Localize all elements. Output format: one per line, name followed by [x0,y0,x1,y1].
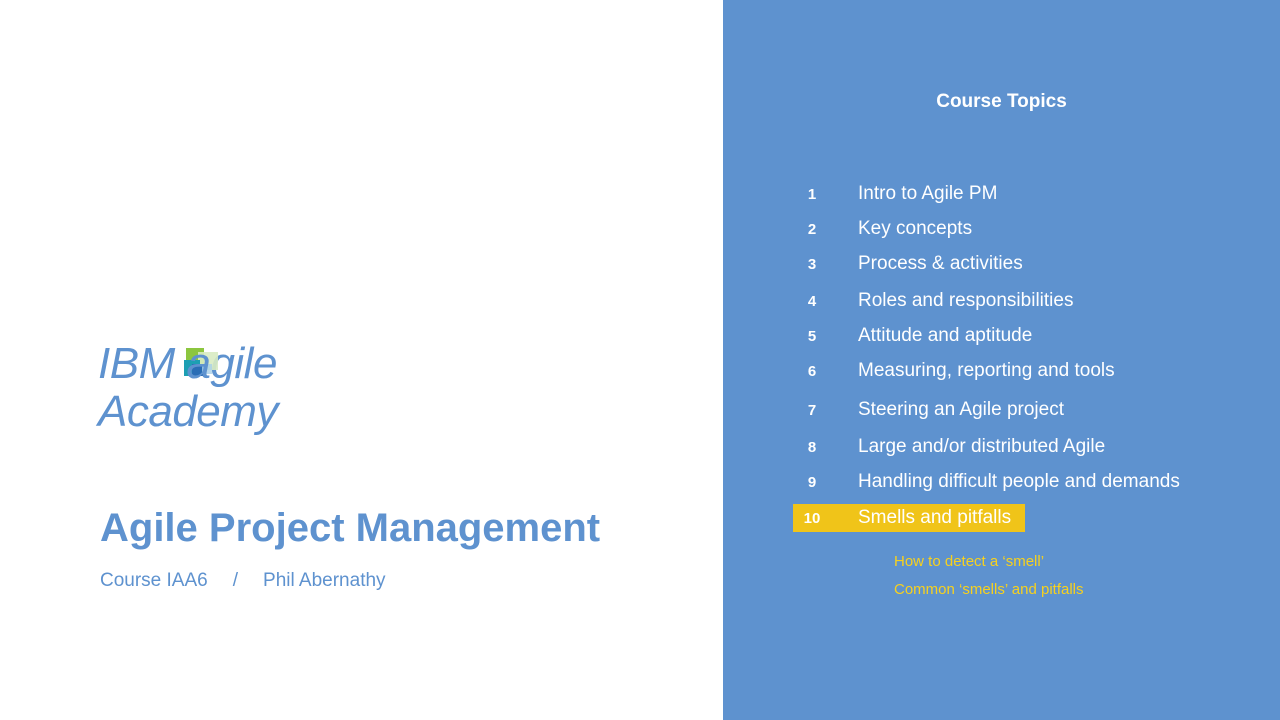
course-code: Course IAA6 [100,570,208,591]
topic-label: Key concepts [858,218,973,239]
topic-label: Measuring, reporting and tools [858,360,1115,381]
topic-item: 1 Intro to Agile PM [793,180,1011,208]
topic-label: Roles and responsibilities [858,290,1074,311]
topic-label: Steering an Agile project [858,399,1064,420]
logo-a-letter: a [186,339,211,388]
topic-label: Large and/or distributed Agile [858,436,1106,457]
topic-number: 3 [807,255,817,273]
topic-number: 6 [807,362,817,380]
topic-number: 2 [807,220,817,238]
ibm-agile-academy-logo: IBM agile Academy [98,340,278,436]
topic-item: 4 Roles and responsibilities [793,287,1087,315]
topic-number: 5 [807,327,817,345]
topic-label: Handling difficult people and demands [858,471,1180,492]
course-topics-heading: Course Topics [936,91,1067,112]
topic-item-active: 10 Smells and pitfalls [793,504,1026,532]
topic-label: Process & activities [858,253,1023,274]
topic-item: 2 Key concepts [793,215,986,243]
meta-separator: / [232,570,239,591]
topic-number: 7 [807,401,817,419]
topic-subitem: Common ‘smells’ and pitfalls [894,581,1084,598]
topic-item: 8 Large and/or distributed Agile [793,433,1119,461]
topic-label: Attitude and aptitude [858,325,1033,346]
topic-number: 10 [803,509,821,527]
logo-line-1: IBM agile [98,340,278,388]
topic-item: 7 Steering an Agile project [793,396,1078,424]
topic-label: Smells and pitfalls [858,507,1012,528]
slide: IBM agile Academy Agile Project Manageme… [0,0,1280,720]
topic-item: 3 Process & activities [793,250,1037,278]
topic-number: 4 [807,292,817,310]
topic-label: Intro to Agile PM [858,183,998,204]
topic-number: 8 [807,438,817,456]
topic-number: 1 [807,185,817,203]
course-instructor: Phil Abernathy [263,570,386,591]
logo-ibm-text: IBM [98,339,187,388]
topic-subitem: How to detect a ‘smell’ [894,553,1045,570]
topic-item: 9 Handling difficult people and demands [793,468,1194,496]
logo-line-2: Academy [98,387,278,436]
topic-item: 6 Measuring, reporting and tools [793,357,1129,385]
topic-number: 9 [807,473,817,491]
course-meta: Course IAA6 / Phil Abernathy [100,569,386,593]
logo-agile-word: a [184,339,219,388]
topic-item: 5 Attitude and aptitude [793,322,1046,350]
course-title: Agile Project Management [100,506,601,550]
